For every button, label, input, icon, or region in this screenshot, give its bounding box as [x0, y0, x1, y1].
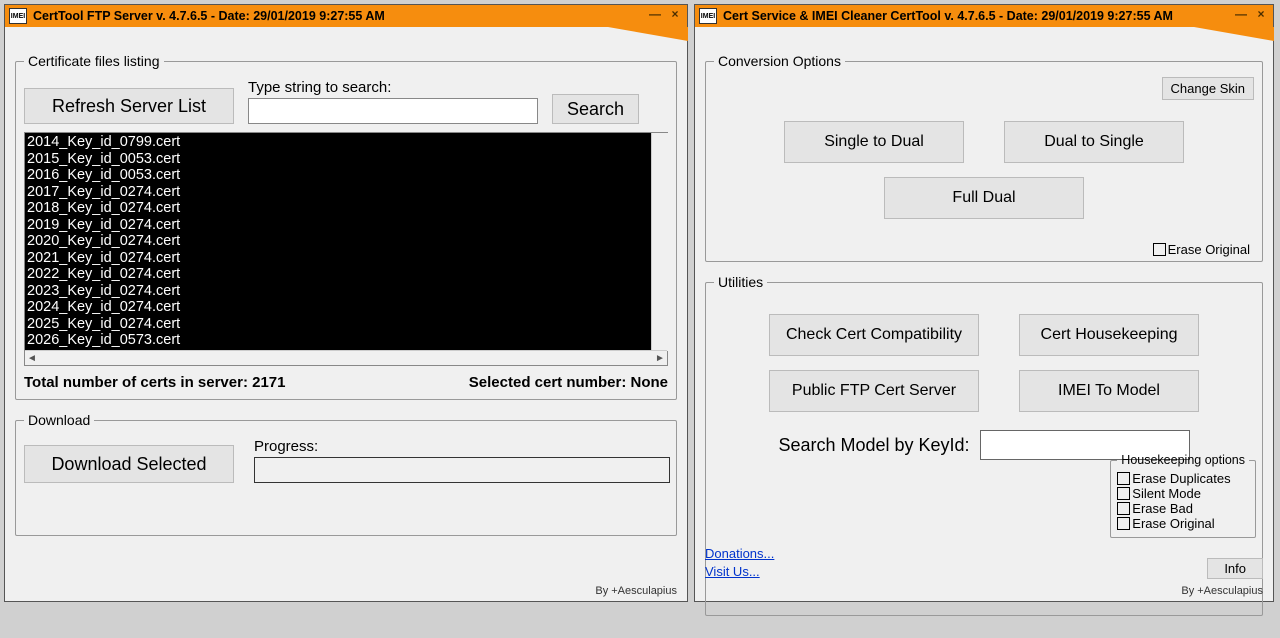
download-legend: Download — [24, 412, 94, 428]
erase-original-checkbox[interactable]: Erase Original — [1153, 242, 1250, 257]
public-ftp-cert-button[interactable]: Public FTP Cert Server — [769, 370, 979, 412]
horizontal-scrollbar[interactable]: ◄► — [25, 350, 667, 365]
progress-bar — [254, 457, 670, 483]
titlebar-right[interactable]: IMEI Cert Service & IMEI Cleaner CertToo… — [695, 5, 1273, 27]
list-item[interactable]: 2025_Key_id_0274.cert — [27, 316, 665, 333]
search-label: Type string to search: — [248, 79, 538, 96]
erase-original-checkbox-2[interactable]: Erase Original — [1117, 516, 1249, 531]
titlebar-left[interactable]: IMEI CertTool FTP Server v. 4.7.6.5 - Da… — [5, 5, 687, 27]
close-icon[interactable]: × — [667, 7, 683, 21]
minimize-icon[interactable]: — — [647, 7, 663, 21]
housekeeping-legend: Housekeeping options — [1117, 453, 1249, 467]
single-to-dual-button[interactable]: Single to Dual — [784, 121, 964, 163]
list-item[interactable]: 2024_Key_id_0274.cert — [27, 299, 665, 316]
erase-duplicates-checkbox[interactable]: Erase Duplicates — [1117, 471, 1249, 486]
cert-service-window: IMEI Cert Service & IMEI Cleaner CertToo… — [694, 4, 1274, 602]
utilities-legend: Utilities — [714, 274, 767, 290]
cert-list[interactable]: 2014_Key_id_0799.cert2015_Key_id_0053.ce… — [25, 133, 667, 353]
change-skin-button[interactable]: Change Skin — [1162, 77, 1254, 100]
checkbox-icon[interactable] — [1117, 472, 1130, 485]
list-item[interactable]: 2022_Key_id_0274.cert — [27, 266, 665, 283]
vertical-scrollbar[interactable] — [651, 133, 668, 351]
progress-label: Progress: — [254, 438, 668, 455]
download-group: Download Download Selected Progress: — [15, 412, 677, 536]
list-item[interactable]: 2026_Key_id_0573.cert — [27, 332, 665, 349]
imei-to-model-button[interactable]: IMEI To Model — [1019, 370, 1199, 412]
list-item[interactable]: 2017_Key_id_0274.cert — [27, 184, 665, 201]
list-item[interactable]: 2021_Key_id_0274.cert — [27, 250, 665, 267]
minimize-icon[interactable]: — — [1233, 7, 1249, 21]
erase-bad-checkbox[interactable]: Erase Bad — [1117, 501, 1249, 516]
utilities-group: Utilities Check Cert Compatibility Cert … — [705, 274, 1263, 616]
list-item[interactable]: 2020_Key_id_0274.cert — [27, 233, 665, 250]
check-cert-compat-button[interactable]: Check Cert Compatibility — [769, 314, 979, 356]
scroll-left-icon[interactable]: ◄ — [25, 353, 39, 364]
search-button[interactable]: Search — [552, 94, 639, 124]
scroll-right-icon[interactable]: ► — [653, 353, 667, 364]
credits-label: By +Aesculapius — [1181, 585, 1263, 597]
close-icon[interactable]: × — [1253, 7, 1269, 21]
search-input[interactable] — [248, 98, 538, 124]
download-selected-button[interactable]: Download Selected — [24, 445, 234, 483]
conversion-options-group: Conversion Options Change Skin Single to… — [705, 53, 1263, 262]
checkbox-icon[interactable] — [1153, 243, 1166, 256]
visit-us-link[interactable]: Visit Us... — [705, 563, 774, 581]
links-area: Donations... Visit Us... — [705, 545, 774, 581]
cert-housekeeping-button[interactable]: Cert Housekeeping — [1019, 314, 1199, 356]
conversion-legend: Conversion Options — [714, 53, 845, 69]
checkbox-icon[interactable] — [1117, 517, 1130, 530]
cert-listing-group: Certificate files listing Refresh Server… — [15, 53, 677, 400]
cert-listing-legend: Certificate files listing — [24, 53, 164, 69]
full-dual-button[interactable]: Full Dual — [884, 177, 1084, 219]
silent-mode-checkbox[interactable]: Silent Mode — [1117, 486, 1249, 501]
checkbox-icon[interactable] — [1117, 487, 1130, 500]
refresh-server-list-button[interactable]: Refresh Server List — [24, 88, 234, 124]
window-title: Cert Service & IMEI Cleaner CertTool v. … — [723, 9, 1173, 23]
list-item[interactable]: 2015_Key_id_0053.cert — [27, 151, 665, 168]
list-item[interactable]: 2019_Key_id_0274.cert — [27, 217, 665, 234]
app-icon: IMEI — [699, 8, 717, 24]
list-item[interactable]: 2016_Key_id_0053.cert — [27, 167, 665, 184]
selected-cert-label: Selected cert number: None — [469, 374, 668, 391]
list-item[interactable]: 2023_Key_id_0274.cert — [27, 283, 665, 300]
donations-link[interactable]: Donations... — [705, 545, 774, 563]
dual-to-single-button[interactable]: Dual to Single — [1004, 121, 1184, 163]
checkbox-icon[interactable] — [1117, 502, 1130, 515]
total-certs-label: Total number of certs in server: 2171 — [24, 374, 286, 391]
list-item[interactable]: 2014_Key_id_0799.cert — [27, 134, 665, 151]
credits-label: By +Aesculapius — [595, 585, 677, 597]
housekeeping-options-group: Housekeeping options Erase Duplicates Si… — [1110, 453, 1256, 538]
list-item[interactable]: 2018_Key_id_0274.cert — [27, 200, 665, 217]
info-button[interactable]: Info — [1207, 558, 1263, 579]
ftp-server-window: IMEI CertTool FTP Server v. 4.7.6.5 - Da… — [4, 4, 688, 602]
search-model-label: Search Model by KeyId: — [778, 435, 969, 456]
app-icon: IMEI — [9, 8, 27, 24]
window-title: CertTool FTP Server v. 4.7.6.5 - Date: 2… — [33, 9, 385, 23]
cert-list-container: 2014_Key_id_0799.cert2015_Key_id_0053.ce… — [24, 132, 668, 366]
